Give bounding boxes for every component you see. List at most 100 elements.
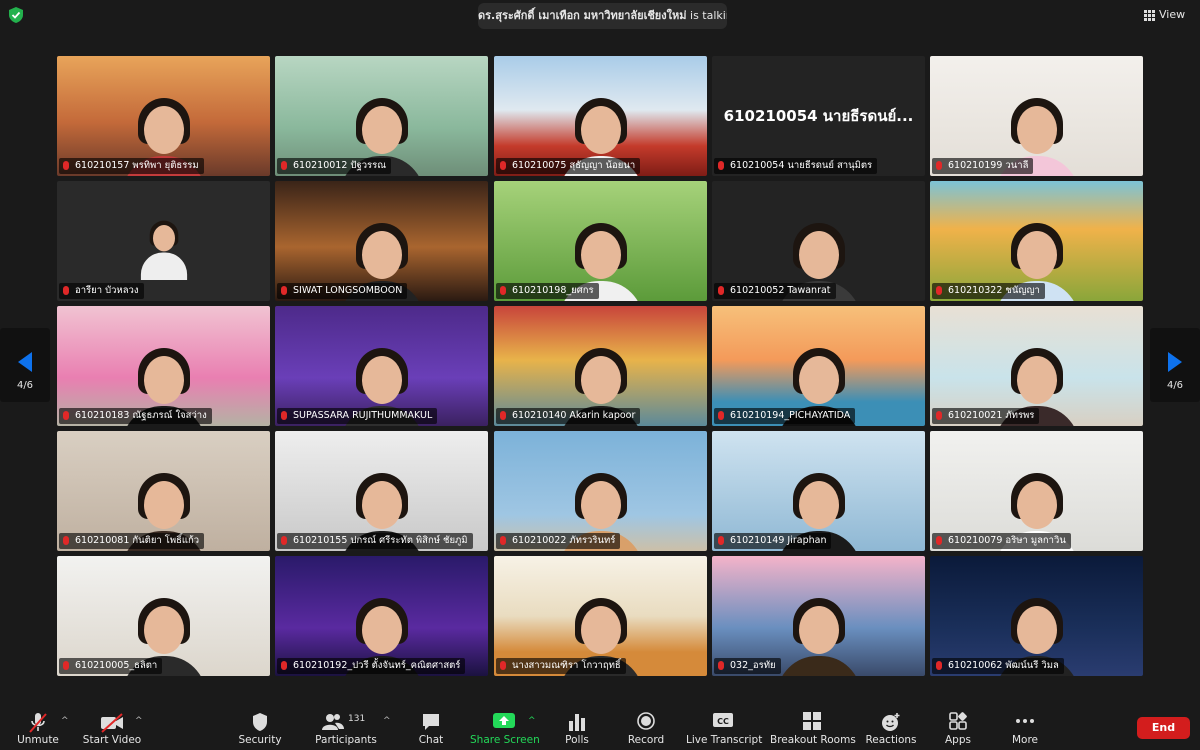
video-options-caret-icon[interactable]: ^: [135, 716, 143, 726]
mic-muted-icon: [500, 161, 506, 170]
participants-caret-icon[interactable]: ^: [383, 716, 391, 726]
participant-tile[interactable]: 610210149 Jiraphan: [712, 431, 925, 551]
svg-text:CC: CC: [717, 717, 729, 726]
participant-name: 610210075 สุธัญญา น้อยนา: [512, 160, 636, 171]
encryption-shield-icon[interactable]: [9, 7, 23, 23]
participant-tile[interactable]: 610210081 กันติยา โพธิ์แก้ว: [57, 431, 270, 551]
participant-name-tag: SUPASSARA RUJITHUMMAKUL: [277, 408, 438, 424]
participant-tile[interactable]: นางสาวมณฑิรา โกวาฤทธิ์: [494, 556, 707, 676]
participant-name-tag: 610210075 สุธัญญา น้อยนา: [496, 158, 641, 174]
mic-muted-icon: [63, 411, 69, 420]
video-off-icon: [100, 712, 124, 734]
view-button[interactable]: View: [1144, 5, 1194, 25]
participant-tile[interactable]: 610210194_PICHAYATIDA: [712, 306, 925, 426]
closed-caption-icon: CC: [713, 712, 733, 734]
security-button[interactable]: Security: [234, 706, 286, 750]
reactions-button[interactable]: Reactions: [864, 706, 918, 750]
participant-tile[interactable]: 610210199 วนาลี: [930, 56, 1143, 176]
participant-tile[interactable]: 610210322 ชนัญญา: [930, 181, 1143, 301]
participant-name-tag: 610210021 ภัทรพร: [932, 408, 1040, 424]
participant-tile[interactable]: 610210140 Akarin kapoor: [494, 306, 707, 426]
polls-button[interactable]: Polls: [556, 706, 598, 750]
page-indicator-left: 4/6: [16, 380, 34, 391]
mic-muted-icon: [936, 411, 942, 420]
participant-name: 610210054 นายธีรดนย์ สานุมิตร: [730, 160, 873, 171]
participant-tile[interactable]: 610210052 Tawanrat: [712, 181, 925, 301]
participant-name-tag: 610210140 Akarin kapoor: [496, 408, 641, 424]
participant-tile[interactable]: SUPASSARA RUJITHUMMAKUL: [275, 306, 488, 426]
mic-muted-icon: [281, 411, 287, 420]
share-screen-button[interactable]: Share Screen: [470, 706, 540, 750]
participant-tile[interactable]: 610210155 ปกรณ์ ศรีระทัต พิสิกษ์ ชัยภูมิ: [275, 431, 488, 551]
participant-tile[interactable]: 610210183 ณัฐธภรณ์ ใจสว่าง: [57, 306, 270, 426]
record-icon: [637, 712, 655, 734]
record-label: Record: [627, 734, 665, 746]
participant-name: อารียา บัวหลวง: [75, 285, 139, 296]
grid-view-icon: [1144, 9, 1155, 21]
participant-video: [140, 220, 187, 280]
more-button[interactable]: More: [1004, 706, 1046, 750]
participant-tile[interactable]: 610210192_ปวรี ตั้งจันทร์_คณิตศาสตร์: [275, 556, 488, 676]
apps-button[interactable]: Apps: [936, 706, 980, 750]
participant-name-tag: 610210081 กันติยา โพธิ์แก้ว: [59, 533, 205, 549]
participant-name-tag: 610210155 ปกรณ์ ศรีระทัต พิสิกษ์ ชัยภูมิ: [277, 533, 473, 549]
participant-name-tag: SIWAT LONGSOMBOON: [277, 283, 408, 299]
start-video-button[interactable]: Start Video: [80, 706, 144, 750]
chat-button[interactable]: Chat: [410, 706, 452, 750]
participant-name: นางสาวมณฑิรา โกวาฤทธิ์: [512, 660, 621, 671]
breakout-rooms-button[interactable]: Breakout Rooms: [770, 706, 856, 750]
reactions-label: Reactions: [865, 734, 917, 746]
top-bar: ดร.สุระศักดิ์ เมาเทือก มหาวิทยาลัยเชียงใ…: [0, 0, 1200, 34]
mic-muted-icon: [29, 712, 47, 734]
participant-name: 610210183 ณัฐธภรณ์ ใจสว่าง: [75, 410, 207, 421]
participant-name: 610210322 ชนัญญา: [948, 285, 1040, 296]
participant-tile[interactable]: SIWAT LONGSOMBOON: [275, 181, 488, 301]
participant-tile[interactable]: 610210054 นายธีรดนย์... 610210054 นายธีรด…: [712, 56, 925, 176]
active-speaker-name: ดร.สุระศักดิ์ เมาเทือก มหาวิทยาลัยเชียงใ…: [478, 9, 687, 22]
share-options-caret-icon[interactable]: ^: [528, 716, 536, 726]
mic-muted-icon: [281, 286, 287, 295]
participant-name-tag: 610210054 นายธีรดนย์ สานุมิตร: [714, 158, 878, 174]
participant-name: 610210005_ธลิตา: [75, 660, 158, 671]
participant-tile[interactable]: 610210005_ธลิตา: [57, 556, 270, 676]
mic-muted-icon: [500, 286, 506, 295]
shield-icon: [252, 712, 268, 734]
participant-name: 610210199 วนาลี: [948, 160, 1029, 171]
participant-name-tag: นางสาวมณฑิรา โกวาฤทธิ์: [496, 658, 626, 674]
live-transcript-button[interactable]: CC Live Transcript: [686, 706, 762, 750]
participant-name: 610210079 อริษา มูลกาวิน: [948, 535, 1066, 546]
chat-icon: [422, 712, 440, 734]
mic-muted-icon: [936, 661, 942, 670]
end-meeting-button[interactable]: End: [1137, 717, 1190, 739]
mic-muted-icon: [63, 536, 69, 545]
participant-tile[interactable]: 610210198_ยศกร: [494, 181, 707, 301]
participant-tile[interactable]: 610210157 พรทิพา ยุติธรรม: [57, 56, 270, 176]
previous-page-button[interactable]: 4/6: [0, 328, 50, 402]
participant-tile[interactable]: 032_อรทัย: [712, 556, 925, 676]
mic-muted-icon: [718, 661, 724, 670]
participant-name: 610210052 Tawanrat: [730, 285, 831, 296]
participant-display-name: 610210054 นายธีรดนย์...: [723, 107, 914, 125]
participants-count: 131: [348, 714, 366, 724]
active-speaker-banner: ดร.สุระศักดิ์ เมาเทือก มหาวิทยาลัยเชียงใ…: [478, 3, 727, 29]
record-button[interactable]: Record: [622, 706, 670, 750]
next-page-button[interactable]: 4/6: [1150, 328, 1200, 402]
participant-tile[interactable]: 610210012 ปัฐวรรณ: [275, 56, 488, 176]
participant-tile[interactable]: 610210079 อริษา มูลกาวิน: [930, 431, 1143, 551]
participants-button[interactable]: 131 Participants: [312, 706, 380, 750]
participant-name: 610210021 ภัทรพร: [948, 410, 1035, 421]
apps-icon: [949, 712, 967, 734]
participant-tile[interactable]: อารียา บัวหลวง: [57, 181, 270, 301]
participant-tile[interactable]: 610210021 ภัทรพร: [930, 306, 1143, 426]
participant-tile[interactable]: 610210022 ภัทรวรินทร์: [494, 431, 707, 551]
participant-tile[interactable]: 610210062 พัฒน์นรี วิมล: [930, 556, 1143, 676]
unmute-button[interactable]: Unmute: [12, 706, 64, 750]
breakout-rooms-icon: [803, 712, 821, 734]
participant-name: SIWAT LONGSOMBOON: [293, 285, 403, 296]
participant-name: 610210012 ปัฐวรรณ: [293, 160, 387, 171]
participant-name-tag: 610210183 ณัฐธภรณ์ ใจสว่าง: [59, 408, 212, 424]
participant-name: 610210022 ภัทรวรินทร์: [512, 535, 616, 546]
participant-tile[interactable]: 610210075 สุธัญญา น้อยนา: [494, 56, 707, 176]
audio-options-caret-icon[interactable]: ^: [61, 716, 69, 726]
participant-name: 610210194_PICHAYATIDA: [730, 410, 851, 421]
